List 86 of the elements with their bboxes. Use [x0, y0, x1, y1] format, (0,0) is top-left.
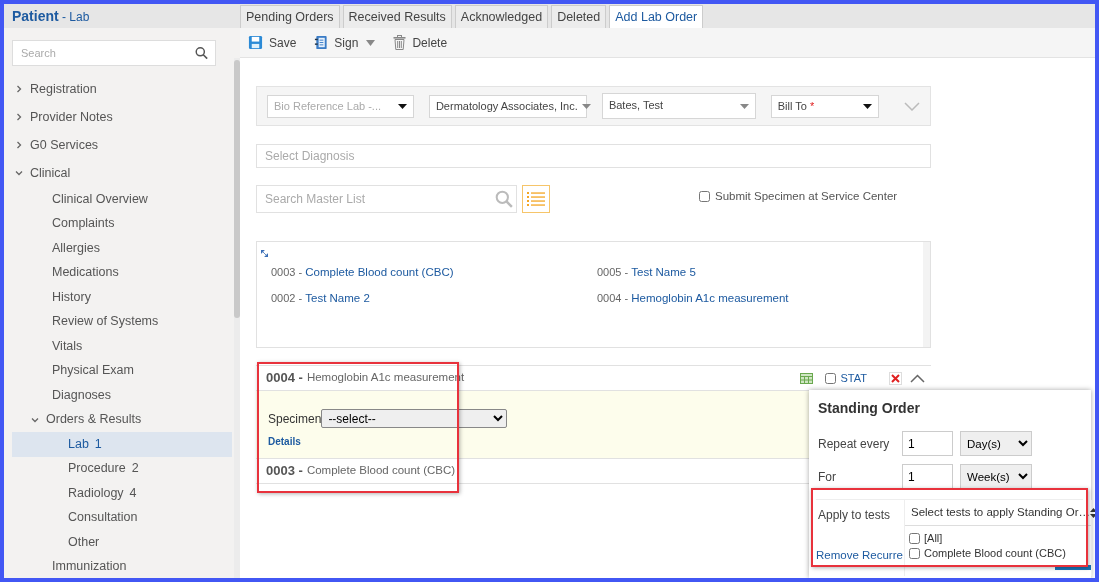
sidebar-item[interactable]: Clinical [12, 159, 232, 187]
sidebar-item[interactable]: Orders & Results [12, 407, 232, 432]
order-code: 0004 - [266, 369, 303, 388]
search-field[interactable]: Search Master List [256, 185, 517, 213]
tab[interactable]: Pending Orders [240, 5, 340, 28]
caret-icon [397, 103, 407, 109]
sidebar-item[interactable]: Medications [12, 260, 232, 285]
unit-dropdown[interactable]: Day(s) [960, 431, 1032, 456]
tab[interactable]: Received Results [342, 5, 452, 28]
sidebar-item[interactable]: Consultation [12, 505, 232, 530]
chevron-right-icon[interactable] [14, 112, 24, 122]
search-icon[interactable] [195, 46, 208, 60]
scrollbar[interactable] [923, 242, 930, 347]
specimen-dropdown[interactable]: --select-- [321, 409, 508, 428]
order-code: 0003 - [266, 462, 303, 481]
sidebar-item[interactable]: Other [12, 530, 232, 555]
tab[interactable]: Add Lab Order [609, 5, 704, 28]
sidebar-item[interactable]: Provider Notes [12, 103, 232, 131]
scrollbar[interactable] [234, 58, 240, 578]
field-label: Apply to tests [817, 507, 891, 524]
remove-link[interactable]: Remove Recurre [816, 547, 903, 565]
sidebar-item[interactable]: History [12, 285, 232, 310]
caret-icon [739, 104, 749, 109]
checkbox[interactable] [909, 533, 920, 544]
popup-title: Standing Order [818, 399, 921, 418]
sidebar-item[interactable]: Physical Exam [12, 358, 232, 383]
unit-dropdown[interactable]: Week(s) [960, 464, 1032, 489]
sidebar-item[interactable]: Lab 1 [12, 432, 232, 457]
number-field[interactable]: 1 [902, 464, 953, 489]
sidebar-item[interactable]: Review of Systems [12, 309, 232, 334]
checkbox[interactable] [909, 548, 920, 559]
order-name: Complete Blood count (CBC) [306, 463, 456, 479]
number-field[interactable]: 1 [902, 431, 953, 456]
close-icon[interactable] [889, 371, 902, 385]
notebook-icon [314, 35, 329, 50]
sign-button[interactable]: Sign [314, 33, 376, 52]
sidebar-item[interactable]: Complaints [12, 211, 232, 236]
details-link[interactable]: Details [268, 434, 301, 449]
checkbox-label: STAT [840, 370, 867, 386]
test-link[interactable]: Complete Blood count (CBC) [305, 266, 454, 278]
field-label: For [818, 468, 837, 486]
option-label: Complete Blood count (CBC) [924, 546, 1066, 561]
chevron-up-icon[interactable] [910, 373, 925, 383]
checkbox[interactable] [824, 372, 836, 384]
trash-icon [393, 35, 407, 50]
test-code: 0004 - [597, 292, 630, 305]
test-link[interactable]: Test Name 2 [305, 292, 370, 305]
chevron-right-icon[interactable] [14, 140, 24, 150]
test-code: 0005 - [597, 266, 630, 278]
save-button[interactable]: Save [248, 33, 297, 52]
dropdown[interactable]: Bates, Test [601, 93, 756, 119]
save-icon [248, 35, 263, 50]
diagnosis-field[interactable]: Select Diagnosis [256, 144, 931, 168]
tab[interactable]: Acknowledged [454, 5, 549, 28]
sidebar-item[interactable]: Immunization [12, 554, 232, 578]
sidebar-item[interactable]: Registration [12, 75, 232, 103]
sidebar-item[interactable]: Clinical Overview [12, 187, 232, 212]
checkbox-label: Submit Specimen at Service Center [715, 189, 898, 204]
chevron-down-icon[interactable] [14, 168, 24, 178]
sidebar-item[interactable]: G0 Services [12, 131, 232, 159]
search-field[interactable]: Search [12, 40, 216, 66]
delete-button[interactable]: Delete [393, 33, 448, 52]
table-icon[interactable] [799, 372, 813, 384]
test-code: 0002 - [271, 292, 304, 305]
tab[interactable]: Deleted [551, 5, 607, 28]
sort-arrows-icon [1090, 507, 1095, 518]
checkbox[interactable] [699, 191, 710, 203]
sidebar-item[interactable]: Allergies [12, 236, 232, 261]
page-title: Patient - Lab [4, 4, 240, 28]
sidebar-item[interactable]: Procedure 2 [12, 456, 232, 481]
specimen-label: Specimen [268, 410, 322, 428]
expand-icon[interactable] [261, 250, 268, 258]
sidebar-item[interactable]: Radiology 4 [12, 481, 232, 506]
field-label: Repeat every [818, 435, 891, 453]
caret-icon [366, 39, 376, 46]
chevron-right-icon[interactable] [14, 84, 24, 94]
option-label: [All] [924, 531, 943, 546]
test-link[interactable]: Test Name 5 [631, 266, 696, 278]
sidebar-item[interactable]: Vitals [12, 334, 232, 359]
test-code: 0003 - [271, 266, 304, 278]
caret-icon [581, 103, 591, 109]
list-icon [527, 191, 545, 207]
sidebar-item[interactable]: Diagnoses [12, 383, 232, 408]
dropdown[interactable]: Bill To * [770, 94, 879, 118]
caret-icon [863, 103, 872, 109]
test-link[interactable]: Hemoglobin A1c measurement [631, 292, 789, 305]
